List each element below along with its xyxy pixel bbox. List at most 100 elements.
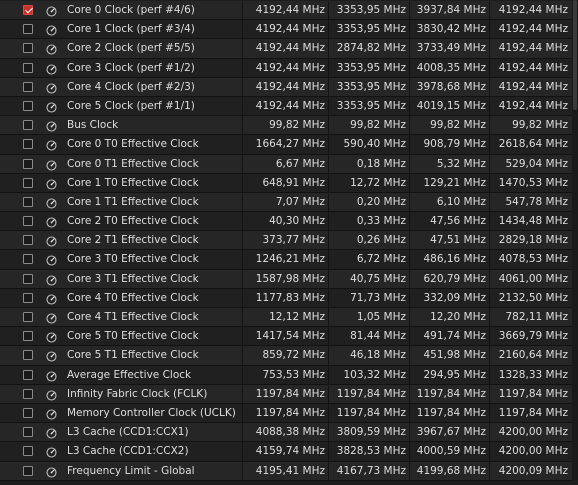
sensor-row[interactable]: Infinity Fabric Clock (FCLK) 1197,84 MHz 1…	[0, 384, 572, 404]
row-checkbox[interactable]	[23, 312, 33, 322]
column-divider	[409, 423, 410, 442]
average-value: 12,20 MHz	[430, 311, 486, 323]
sensor-row[interactable]: Core 0 T1 Effective Clock 6,67 MHz 0,18 MH…	[0, 154, 572, 174]
minimum-value: 40,75 MHz	[350, 272, 406, 285]
column-divider	[489, 288, 490, 307]
sensor-row[interactable]: Core 1 T0 Effective Clock 648,91 MHz 12,72…	[0, 173, 572, 193]
sensor-row[interactable]: Core 3 T1 Effective Clock 1587,98 MHz 40,7…	[0, 269, 572, 289]
sensor-row[interactable]: Core 3 Clock (perf #1/2) 4192,44 MHz 3353,…	[0, 58, 572, 78]
column-divider	[328, 212, 329, 231]
row-checkbox[interactable]	[23, 139, 33, 150]
sensor-row[interactable]: Core 3 T0 Effective Clock 1246,21 MHz 6,72…	[0, 250, 572, 270]
sensor-row[interactable]: Core 5 T1 Effective Clock 859,72 MHz 46,18…	[0, 346, 572, 366]
row-checkbox[interactable]	[23, 216, 33, 227]
row-checkbox[interactable]	[23, 43, 33, 54]
row-checkbox[interactable]	[23, 177, 33, 188]
sensor-name: Core 0 T1 Effective Clock	[67, 157, 199, 170]
vertical-scrollbar[interactable]	[572, 0, 578, 480]
column-divider	[409, 173, 410, 192]
column-divider	[409, 365, 410, 384]
row-checkbox[interactable]	[23, 100, 33, 111]
sensor-row[interactable]: Core 5 Clock (perf #1/1) 4192,44 MHz 3353,…	[0, 96, 572, 117]
row-checkbox[interactable]	[23, 62, 33, 73]
sensor-row[interactable]: Core 1 T1 Effective Clock 7,07 MHz 0,20 MH…	[0, 192, 572, 213]
sensor-row[interactable]: Memory Controller Clock (UCLK) 1197,84 MH…	[0, 403, 572, 424]
maximum-value: 4192,44 MHz	[498, 23, 568, 36]
column-divider	[242, 269, 243, 288]
column-divider	[489, 1, 490, 20]
current-value: 7,07 MHz	[275, 195, 325, 208]
column-divider	[489, 327, 490, 346]
sensor-row[interactable]: Core 4 Clock (perf #2/3) 4192,44 MHz 3353,…	[0, 77, 572, 97]
column-divider	[489, 269, 490, 288]
column-divider	[409, 384, 410, 403]
scrollbar-thumb[interactable]	[573, 0, 577, 110]
column-divider	[409, 308, 410, 327]
column-divider	[489, 192, 490, 212]
row-checkbox[interactable]	[23, 273, 33, 284]
current-value: 4192,44 MHz	[255, 61, 325, 74]
sensor-row[interactable]: Core 2 Clock (perf #5/5) 4192,44 MHz 2874,…	[0, 39, 572, 59]
minimum-value: 1197,84 MHz	[336, 406, 406, 419]
column-divider	[242, 365, 243, 384]
sensor-row[interactable]: Core 2 T1 Effective Clock 373,77 MHz 0,26 …	[0, 231, 572, 251]
column-divider	[242, 231, 243, 250]
row-checkbox[interactable]	[23, 369, 33, 380]
column-divider	[242, 327, 243, 346]
sensor-row[interactable]: Core 2 T0 Effective Clock 40,30 MHz 0,33 M…	[0, 212, 572, 232]
row-checkbox[interactable]	[23, 254, 33, 265]
row-checkbox[interactable]	[23, 292, 33, 303]
sensor-row[interactable]: Core 4 T0 Effective Clock 1177,83 MHz 71,7…	[0, 288, 572, 308]
row-checkbox[interactable]	[23, 331, 33, 342]
row-checkbox[interactable]	[23, 465, 33, 476]
sensor-row[interactable]: Core 0 T0 Effective Clock 1664,27 MHz 590,…	[0, 135, 572, 155]
column-divider	[328, 58, 329, 77]
sensor-name: Core 4 T1 Effective Clock	[67, 311, 199, 323]
maximum-value: 529,04 MHz	[505, 157, 568, 170]
current-value: 99,82 MHz	[269, 119, 325, 132]
row-checkbox[interactable]	[23, 427, 33, 438]
row-checkbox[interactable]	[23, 350, 33, 361]
column-divider	[409, 58, 410, 77]
row-checkbox[interactable]	[23, 446, 33, 457]
row-checkbox[interactable]	[23, 81, 33, 92]
current-value: 1246,21 MHz	[255, 253, 325, 266]
row-checkbox[interactable]	[23, 24, 33, 35]
gauge-icon	[46, 159, 57, 171]
column-divider	[328, 116, 329, 135]
column-divider	[328, 1, 329, 20]
sensor-row[interactable]: Core 0 Clock (perf #4/6) 4192,44 MHz 3353,…	[0, 1, 572, 21]
column-divider	[489, 365, 490, 384]
column-divider	[409, 288, 410, 307]
column-divider	[409, 135, 410, 154]
row-checkbox[interactable]	[23, 407, 33, 418]
row-checkbox[interactable]	[23, 120, 33, 131]
sensor-row[interactable]: L3 Cache (CCD1:CCX1) 4088,38 MHz 3809,59 M…	[0, 423, 572, 443]
sensor-row[interactable]: Bus Clock 99,82 MHz 99,82 MHz 99,82 MHz 99,8…	[0, 116, 572, 136]
column-divider	[242, 250, 243, 269]
row-checkbox[interactable]	[23, 5, 33, 15]
column-divider	[242, 116, 243, 135]
average-value: 47,56 MHz	[430, 215, 486, 228]
sensor-name: Core 2 T1 Effective Clock	[67, 234, 199, 247]
row-checkbox[interactable]	[23, 196, 33, 207]
row-checkbox[interactable]	[23, 388, 33, 399]
current-value: 4192,44 MHz	[255, 23, 325, 36]
column-divider	[489, 346, 490, 365]
sensor-row[interactable]: L3 Cache (CCD1:CCX2) 4159,74 MHz 3828,53 M…	[0, 442, 572, 462]
column-divider	[242, 403, 243, 423]
sensor-row[interactable]: Average Effective Clock 753,53 MHz 103,32 …	[0, 365, 572, 385]
sensor-name: Core 0 Clock (perf #4/6)	[67, 4, 195, 16]
column-divider	[242, 423, 243, 442]
row-checkbox[interactable]	[23, 158, 33, 169]
column-divider	[328, 403, 329, 423]
sensor-row[interactable]: Core 1 Clock (perf #3/4) 4192,44 MHz 3353,…	[0, 20, 572, 40]
sensor-row[interactable]: Core 4 T1 Effective Clock 12,12 MHz 1,05 M…	[0, 308, 572, 328]
minimum-value: 3353,95 MHz	[336, 23, 406, 36]
row-checkbox[interactable]	[23, 235, 33, 246]
sensor-row[interactable]: Core 5 T0 Effective Clock 1417,54 MHz 81,4…	[0, 327, 572, 347]
sensor-row[interactable]: Frequency Limit - Global 4195,41 MHz 4167,…	[0, 461, 572, 481]
column-divider	[328, 269, 329, 288]
gauge-icon	[46, 82, 57, 94]
column-divider	[489, 39, 490, 58]
